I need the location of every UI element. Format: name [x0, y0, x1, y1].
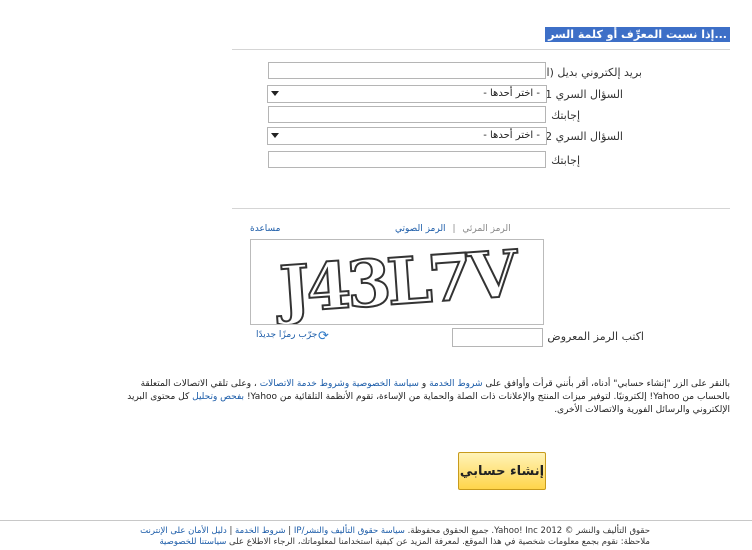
- create-account-button[interactable]: إنشاء حسابي: [458, 452, 546, 490]
- secret-question-2-value: - اختر أحدها -: [483, 130, 540, 141]
- captcha-input-label: اكتب الرمز المعروض: [547, 330, 644, 343]
- answer-2-label: إجابتك: [551, 154, 580, 167]
- terms-of-service-link[interactable]: شروط الخدمة: [429, 379, 482, 389]
- scan-analyze-link[interactable]: بفحص وتحليل: [192, 392, 244, 402]
- header-divider: [232, 49, 730, 50]
- forgot-id-link[interactable]: إذا نسيت المعرِّف أو كلمة السر...: [548, 28, 727, 41]
- footer-separator: |: [229, 526, 233, 536]
- footer-separator: |: [288, 526, 292, 536]
- footer-safety-link[interactable]: دليل الأمان على الإنترنت: [140, 526, 227, 536]
- chevron-down-icon: [271, 133, 279, 138]
- footer-line-2: ملاحظة: نقوم بجمع معلومات شخصية في هذا ا…: [160, 537, 651, 547]
- tab-visual-code[interactable]: الرمز المرئي: [462, 224, 510, 234]
- forgot-id-link-wrap: إذا نسيت المعرِّف أو كلمة السر...: [545, 27, 730, 42]
- captcha-text: J43L7V: [272, 240, 522, 324]
- captcha-input[interactable]: [452, 328, 543, 347]
- footer-copyright-policy-link[interactable]: سياسة حقوق التأليف والنشر/IP: [294, 526, 405, 536]
- secret-question-1-select[interactable]: - اختر أحدها -: [267, 85, 547, 103]
- refresh-captcha[interactable]: ⟳ جرّب رمزًا جديدًا: [256, 329, 336, 344]
- captcha-image: J43L7V: [250, 236, 544, 330]
- captcha-svg: J43L7V: [271, 236, 523, 330]
- footer-note: ملاحظة: نقوم بجمع معلومات شخصية في هذا ا…: [229, 537, 650, 547]
- tab-separator: |: [452, 224, 456, 234]
- answer-1-label: إجابتك: [551, 109, 580, 122]
- refresh-captcha-label: جرّب رمزًا جديدًا: [256, 330, 318, 340]
- footer-line-1: حقوق التأليف والنشر © 2012 Yahoo! Inc. ج…: [140, 526, 650, 536]
- privacy-policy-link[interactable]: سياسة الخصوصية: [352, 379, 419, 389]
- terms-text-1: بالنقر على الزر "إنشاء حسابي" أدناه، أقر…: [485, 379, 730, 389]
- footer-copyright: حقوق التأليف والنشر © 2012 Yahoo! Inc. ج…: [407, 526, 650, 536]
- secret-question-2-label: السؤال السري 2: [545, 130, 623, 143]
- chevron-down-icon: [271, 91, 279, 96]
- alt-email-input[interactable]: [268, 62, 546, 79]
- footer-terms-link[interactable]: شروط الخدمة: [235, 526, 286, 536]
- tab-audio-code[interactable]: الرمز الصوتي: [395, 224, 446, 234]
- create-account-label: إنشاء حسابي: [459, 463, 545, 479]
- section-divider: [232, 208, 730, 209]
- captcha-help-link[interactable]: مساعدة: [250, 224, 280, 234]
- secret-question-1-value: - اختر أحدها -: [483, 88, 540, 99]
- terms-text-2: و: [421, 379, 427, 389]
- secret-question-1-label: السؤال السري 1: [545, 88, 623, 101]
- answer-2-input[interactable]: [268, 151, 546, 168]
- footer-divider: [0, 520, 752, 521]
- terms-text: بالنقر على الزر "إنشاء حسابي" أدناه، أقر…: [118, 378, 730, 417]
- refresh-icon: ⟳: [318, 329, 329, 344]
- footer-privacy-link[interactable]: سياستنا للخصوصية: [160, 537, 227, 547]
- answer-1-input[interactable]: [268, 106, 546, 123]
- communications-terms-link[interactable]: وشروط خدمة الاتصالات: [260, 379, 349, 389]
- secret-question-2-select[interactable]: - اختر أحدها -: [267, 127, 547, 145]
- captcha-tabs: الرمز المرئي | الرمز الصوتي: [395, 224, 511, 234]
